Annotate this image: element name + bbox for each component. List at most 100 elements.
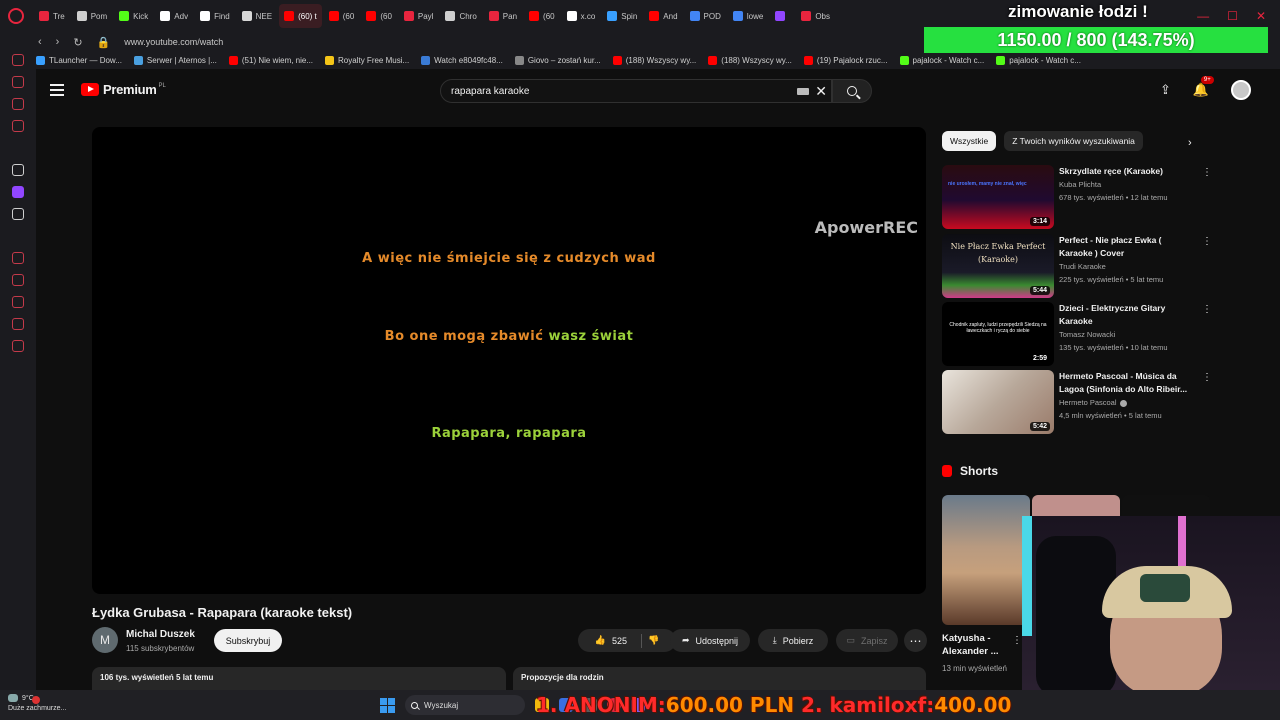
video-thumbnail[interactable]: nie urosłem, mamy nie znał, więc 3:14 [942,165,1054,229]
browser-tab[interactable] [770,4,794,28]
sidebar-twitch-icon[interactable] [12,186,24,198]
more-vert-icon[interactable]: ⋮ [1202,372,1212,383]
rec-channel[interactable]: Hermeto Pascoal [1059,398,1127,407]
opera-logo-icon[interactable] [8,8,24,24]
taskbar-search[interactable]: Wyszukaj [405,695,525,715]
rec-title[interactable]: Perfect - Nie płacz Ewka ( Karaoke ) Cov… [1059,234,1189,260]
browser-tab[interactable]: (60) t [279,4,322,28]
sidebar-home-icon[interactable] [12,54,24,66]
sidebar-player-icon[interactable] [12,252,24,264]
sidebar-app-icon[interactable] [12,164,24,176]
rec-title[interactable]: Skrzydlate ręce (Karaoke) [1059,165,1189,178]
avatar[interactable] [1231,80,1252,100]
browser-tab[interactable]: (60 [324,4,360,28]
bookmark-item[interactable]: (51) Nie wiem, nie... [228,56,313,65]
sidebar-messenger-icon[interactable] [12,98,24,110]
browser-tab[interactable]: Chro [440,4,481,28]
list-item[interactable]: Chodnik zapluty, ludzi przepędzili Siedz… [942,302,1212,366]
more-vert-icon[interactable]: ⋮ [1012,635,1022,646]
url-field[interactable]: www.youtube.com/watch [124,37,223,47]
chip-from-search[interactable]: Z Twoich wyników wyszukiwania [1004,131,1143,151]
search-button[interactable] [832,79,872,103]
menu-icon[interactable] [50,84,64,96]
more-vert-icon[interactable]: ⋮ [1202,304,1212,315]
bookmark-item[interactable]: Royalty Free Musi... [325,56,409,65]
keyboard-icon[interactable] [797,88,809,95]
reload-icon[interactable]: ↻ [73,36,82,49]
video-thumbnail[interactable]: 5:42 [942,370,1054,434]
browser-tab[interactable]: Obs [796,4,835,28]
forward-icon[interactable]: › [56,36,60,48]
back-icon[interactable]: ‹ [38,36,42,48]
sidebar-extensions-icon[interactable] [12,318,24,330]
more-vert-icon[interactable]: ⋮ [1202,236,1212,247]
channel-avatar[interactable]: M [92,627,118,653]
channel-name[interactable]: Michal Duszek [126,629,195,640]
subscribe-button[interactable]: Subskrybuj [214,629,282,652]
bookmark-item[interactable]: pajalock - Watch c... [996,56,1081,65]
bookmark-item[interactable]: Giovo – zostań kur... [514,56,601,65]
more-actions-icon[interactable]: ⋯ [904,629,927,652]
browser-tab[interactable]: POD [685,4,726,28]
windows-start-icon[interactable] [380,697,395,713]
bookmark-item[interactable]: (19) Pajalock rzuc... [803,56,888,65]
rec-channel[interactable]: Kuba Plichta [1059,180,1101,189]
sidebar-x-icon[interactable] [12,208,24,220]
minimize-icon[interactable]: — [1197,9,1209,23]
description-box[interactable]: 106 tys. wyświetleń 5 lat temu [92,667,506,690]
browser-tab[interactable]: Adv [155,4,193,28]
bookmark-item[interactable]: (188) Wszyscy wy... [708,56,792,65]
bookmark-item[interactable]: Serwer | Aternos |... [133,56,217,65]
close-icon[interactable]: ✕ [1256,9,1266,23]
sidebar-history-icon[interactable] [12,296,24,308]
bookmark-item[interactable]: TLauncher — Dow... [36,56,122,65]
browser-tab[interactable]: Find [195,4,235,28]
dislike-icon[interactable]: 👎 [648,635,659,646]
youtube-logo[interactable]: Premium PL [81,82,166,97]
video-thumbnail[interactable]: Chodnik zapluty, ludzi przepędzili Siedz… [942,302,1054,366]
video-thumbnail[interactable]: Nie Płacz Ewka Perfect (Karaoke) 5:44 [942,234,1054,298]
browser-tab[interactable]: Spin [602,4,642,28]
weather-widget[interactable]: 9°C Duże zachmurze... [8,694,66,714]
bookmark-item[interactable]: Watch e8049fc48... [421,56,503,65]
clear-search-icon[interactable]: ✕ [815,83,827,100]
browser-tab[interactable]: (60 [524,4,560,28]
list-item[interactable]: nie urosłem, mamy nie znał, więc 3:14 Sk… [942,165,1212,229]
save-button[interactable]: ▭ Zapisz [836,629,898,652]
notifications-icon[interactable]: 🔔 9+ [1193,76,1214,98]
sidebar-wallet-icon[interactable] [12,274,24,286]
like-icon[interactable]: 👍 [595,635,606,646]
list-item[interactable]: Nie Płacz Ewka Perfect (Karaoke) 5:44 Pe… [942,234,1212,298]
browser-tab[interactable]: Kick [114,4,153,28]
short-thumbnail[interactable] [942,495,1030,625]
browser-tab[interactable]: NEE [237,4,277,28]
rec-title[interactable]: Dzieci - Elektryczne Gitary Karaoke [1059,302,1189,328]
video-player[interactable]: ApowerREC A więc nie śmiejcie się z cudz… [92,127,926,594]
sidebar-music-icon[interactable] [12,120,24,132]
browser-tab[interactable]: x.co [562,4,601,28]
more-vert-icon[interactable]: ⋮ [1202,167,1212,178]
download-button[interactable]: ⤓ Pobierz [758,629,828,652]
short-title[interactable]: Katyusha - Alexander ... [942,632,1018,658]
sidebar-settings-icon[interactable] [12,340,24,352]
share-button[interactable]: ➦ Udostępnij [670,629,750,652]
browser-tab[interactable]: Pom [72,4,112,28]
sidebar-aria-icon[interactable] [12,76,24,88]
browser-tab[interactable]: lowe [728,4,768,28]
browser-tab[interactable]: (60 [361,4,397,28]
rec-title[interactable]: Hermeto Pascoal - Música da Lagoa (Sinfo… [1059,370,1189,396]
browser-tab[interactable]: Tre [34,4,70,28]
list-item[interactable]: 5:42 Hermeto Pascoal - Música da Lagoa (… [942,370,1212,434]
browser-tab[interactable]: And [644,4,682,28]
bookmark-item[interactable]: (188) Wszyscy wy... [612,56,696,65]
bookmark-item[interactable]: pajalock - Watch c... [899,56,984,65]
chip-all[interactable]: Wszystkie [942,131,997,151]
rec-channel[interactable]: Trudi Karaoke [1059,262,1106,271]
search-input[interactable]: rapapara karaoke ✕ [440,79,832,103]
chevron-right-icon[interactable]: › [1188,137,1192,149]
browser-tab[interactable]: Payl [399,4,439,28]
maximize-icon[interactable]: ☐ [1227,9,1238,23]
browser-tab[interactable]: Pan [484,4,522,28]
upload-icon[interactable]: ⇪ [1160,82,1171,98]
like-count[interactable]: 525 [612,636,627,646]
